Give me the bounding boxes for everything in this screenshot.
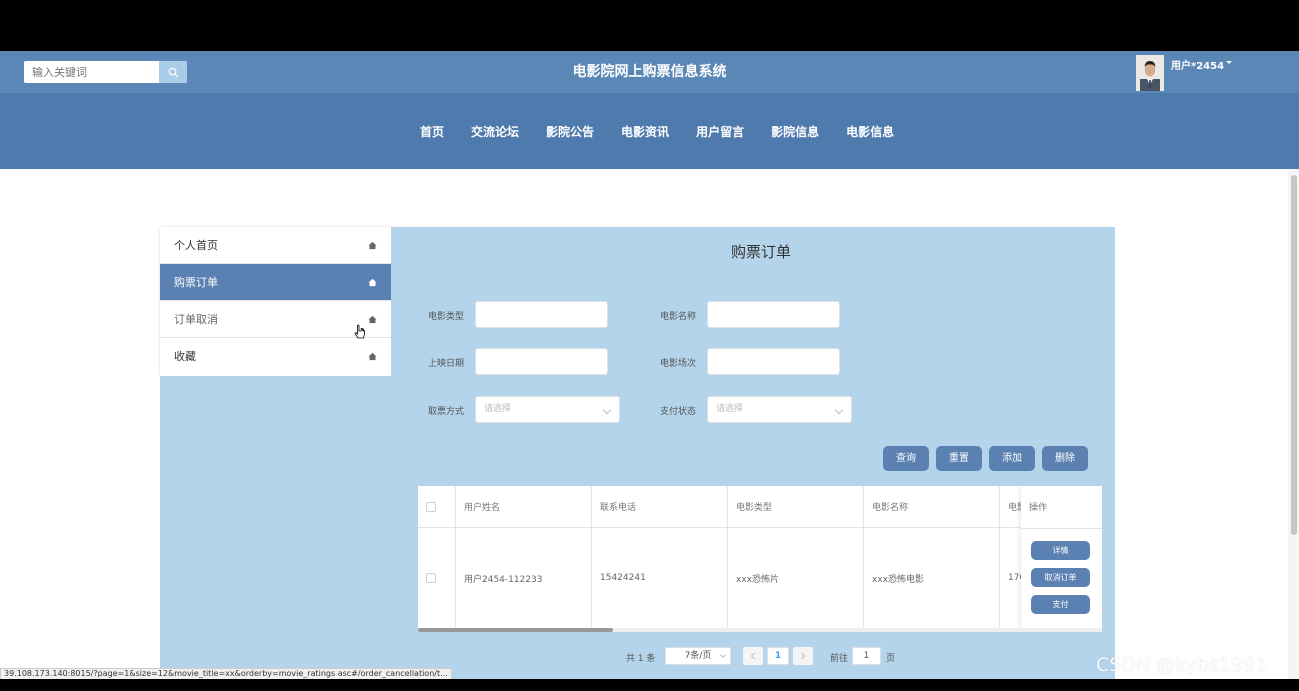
row-select-cell <box>418 528 456 628</box>
nav-item-movies[interactable]: 电影信息 <box>846 123 894 140</box>
pay-status-label: 支付状态 <box>660 407 697 417</box>
user-sidebar: 个人首页 购票订单 订单取消 收藏 <box>160 227 391 376</box>
caret-down-icon[interactable] <box>1226 61 1232 64</box>
cancel-order-button[interactable]: 取消订单 <box>1031 568 1090 587</box>
page-scrollbar-thumb[interactable] <box>1291 175 1297 535</box>
goto-label: 前往 <box>830 654 849 664</box>
home-icon <box>368 315 377 324</box>
home-icon <box>368 352 377 361</box>
page-number-current[interactable]: 1 <box>767 647 789 665</box>
column-header: 操作 <box>1029 503 1048 513</box>
sidebar-item-label: 购票订单 <box>174 276 218 289</box>
session-input[interactable] <box>707 348 840 375</box>
ticket-method-select[interactable]: 请选择 <box>475 396 620 423</box>
movie-type-label: 电影类型 <box>428 312 465 322</box>
home-icon <box>368 241 377 250</box>
pagination-total: 共 1 条 <box>626 654 656 664</box>
nav-item-news[interactable]: 电影资讯 <box>621 123 669 140</box>
user-photo-icon <box>1136 55 1164 91</box>
chevron-left-icon <box>750 652 755 660</box>
ticket-method-label: 取票方式 <box>428 407 465 417</box>
watermark: CSDN @kybs1991 <box>1096 654 1268 676</box>
nav-item-notice[interactable]: 影院公告 <box>546 123 594 140</box>
goto-page-input[interactable]: 1 <box>852 647 881 665</box>
pay-status-placeholder: 请选择 <box>716 404 744 414</box>
column-header: 电影名称 <box>864 486 1000 527</box>
bottom-black-bar <box>0 679 1299 691</box>
select-all-checkbox[interactable] <box>426 501 436 512</box>
nav-item-cinema[interactable]: 影院信息 <box>771 123 819 140</box>
page-size-select[interactable]: 7条/页 <box>665 647 731 665</box>
main-nav: 首页 交流论坛 影院公告 电影资讯 用户留言 影院信息 电影信息 <box>0 93 1299 169</box>
table-row[interactable]: 用户2454-112233 15424241 xxx恐怖片 xxx恐怖电影 17… <box>418 528 1102 628</box>
pay-button[interactable]: 支付 <box>1031 595 1090 614</box>
search-input[interactable] <box>24 61 159 83</box>
query-button[interactable]: 查询 <box>883 446 929 471</box>
status-bar-url: 39.108.173.140:8015/?page=1&size=12&movi… <box>0 668 452 679</box>
movie-name-label: 电影名称 <box>660 312 697 322</box>
nav-item-messages[interactable]: 用户留言 <box>696 123 744 140</box>
page-size-value: 7条/页 <box>684 651 712 661</box>
pay-status-select[interactable]: 请选择 <box>707 396 852 423</box>
table-horizontal-scrollbar[interactable] <box>418 628 1102 632</box>
release-date-input[interactable] <box>475 348 608 375</box>
reset-button[interactable]: 重置 <box>936 446 982 471</box>
user-name[interactable]: 用户*2454 <box>1171 57 1224 72</box>
sidebar-item-label: 个人首页 <box>174 239 218 252</box>
cell-user-name: 用户2454-112233 <box>456 528 592 628</box>
select-all-cell <box>418 486 456 527</box>
nav-item-forum[interactable]: 交流论坛 <box>471 123 519 140</box>
delete-button[interactable]: 删除 <box>1042 446 1088 471</box>
chevron-down-icon <box>720 652 726 658</box>
search-icon <box>168 67 178 77</box>
sidebar-item-label: 收藏 <box>174 350 196 363</box>
row-checkbox[interactable] <box>426 573 436 583</box>
home-icon <box>368 278 377 287</box>
sidebar-item-orders[interactable]: 购票订单 <box>160 264 391 301</box>
session-label: 电影场次 <box>660 359 697 369</box>
cell-phone: 15424241 <box>592 528 728 628</box>
cell-movie-name: xxx恐怖电影 <box>864 528 1000 628</box>
add-button[interactable]: 添加 <box>989 446 1035 471</box>
release-date-label: 上映日期 <box>428 359 465 369</box>
sidebar-item-profile[interactable]: 个人首页 <box>160 227 391 264</box>
cell-movie-type: xxx恐怖片 <box>728 528 864 628</box>
nav-item-home[interactable]: 首页 <box>420 123 444 140</box>
avatar[interactable] <box>1136 55 1164 91</box>
page-title: 购票订单 <box>730 243 791 261</box>
mouse-pointer-icon <box>354 324 365 339</box>
top-black-bar <box>0 0 1299 51</box>
prev-page-button[interactable] <box>743 647 763 665</box>
sidebar-item-label: 订单取消 <box>174 313 218 326</box>
column-header: 电影类型 <box>728 486 864 527</box>
search-button[interactable] <box>159 61 187 83</box>
orders-panel: 购票订单 电影类型 电影名称 上映日期 电影场次 取票方式 请选择 支付状态 请… <box>391 227 1115 679</box>
browser-page: 电影院网上购票信息系统 用户*2454 首页 交流论坛 影院公告 电影资讯 用户… <box>0 51 1299 679</box>
orders-table: 用户姓名 联系电话 电影类型 电影名称 电影 用户2454-112233 154… <box>418 486 1102 632</box>
chevron-down-icon <box>602 405 612 415</box>
chevron-right-icon <box>801 652 806 660</box>
next-page-button[interactable] <box>793 647 813 665</box>
operations-column: 操作 详情 取消订单 支付 <box>1021 486 1102 628</box>
page-unit-label: 页 <box>886 654 896 664</box>
sidebar-item-favorites[interactable]: 收藏 <box>160 338 391 375</box>
sidebar-background <box>160 376 391 679</box>
movie-name-input[interactable] <box>707 301 840 328</box>
column-header: 用户姓名 <box>456 486 592 527</box>
detail-button[interactable]: 详情 <box>1031 541 1090 560</box>
site-title: 电影院网上购票信息系统 <box>572 64 727 80</box>
table-scrollbar-thumb[interactable] <box>418 628 613 632</box>
ticket-method-placeholder: 请选择 <box>484 404 512 414</box>
site-header: 电影院网上购票信息系统 用户*2454 <box>0 51 1299 93</box>
search-box <box>24 61 187 83</box>
column-header: 联系电话 <box>592 486 728 527</box>
movie-type-input[interactable] <box>475 301 608 328</box>
chevron-down-icon <box>834 405 844 415</box>
divider <box>1021 528 1102 529</box>
table-header-row: 用户姓名 联系电话 电影类型 电影名称 电影 <box>418 486 1102 528</box>
